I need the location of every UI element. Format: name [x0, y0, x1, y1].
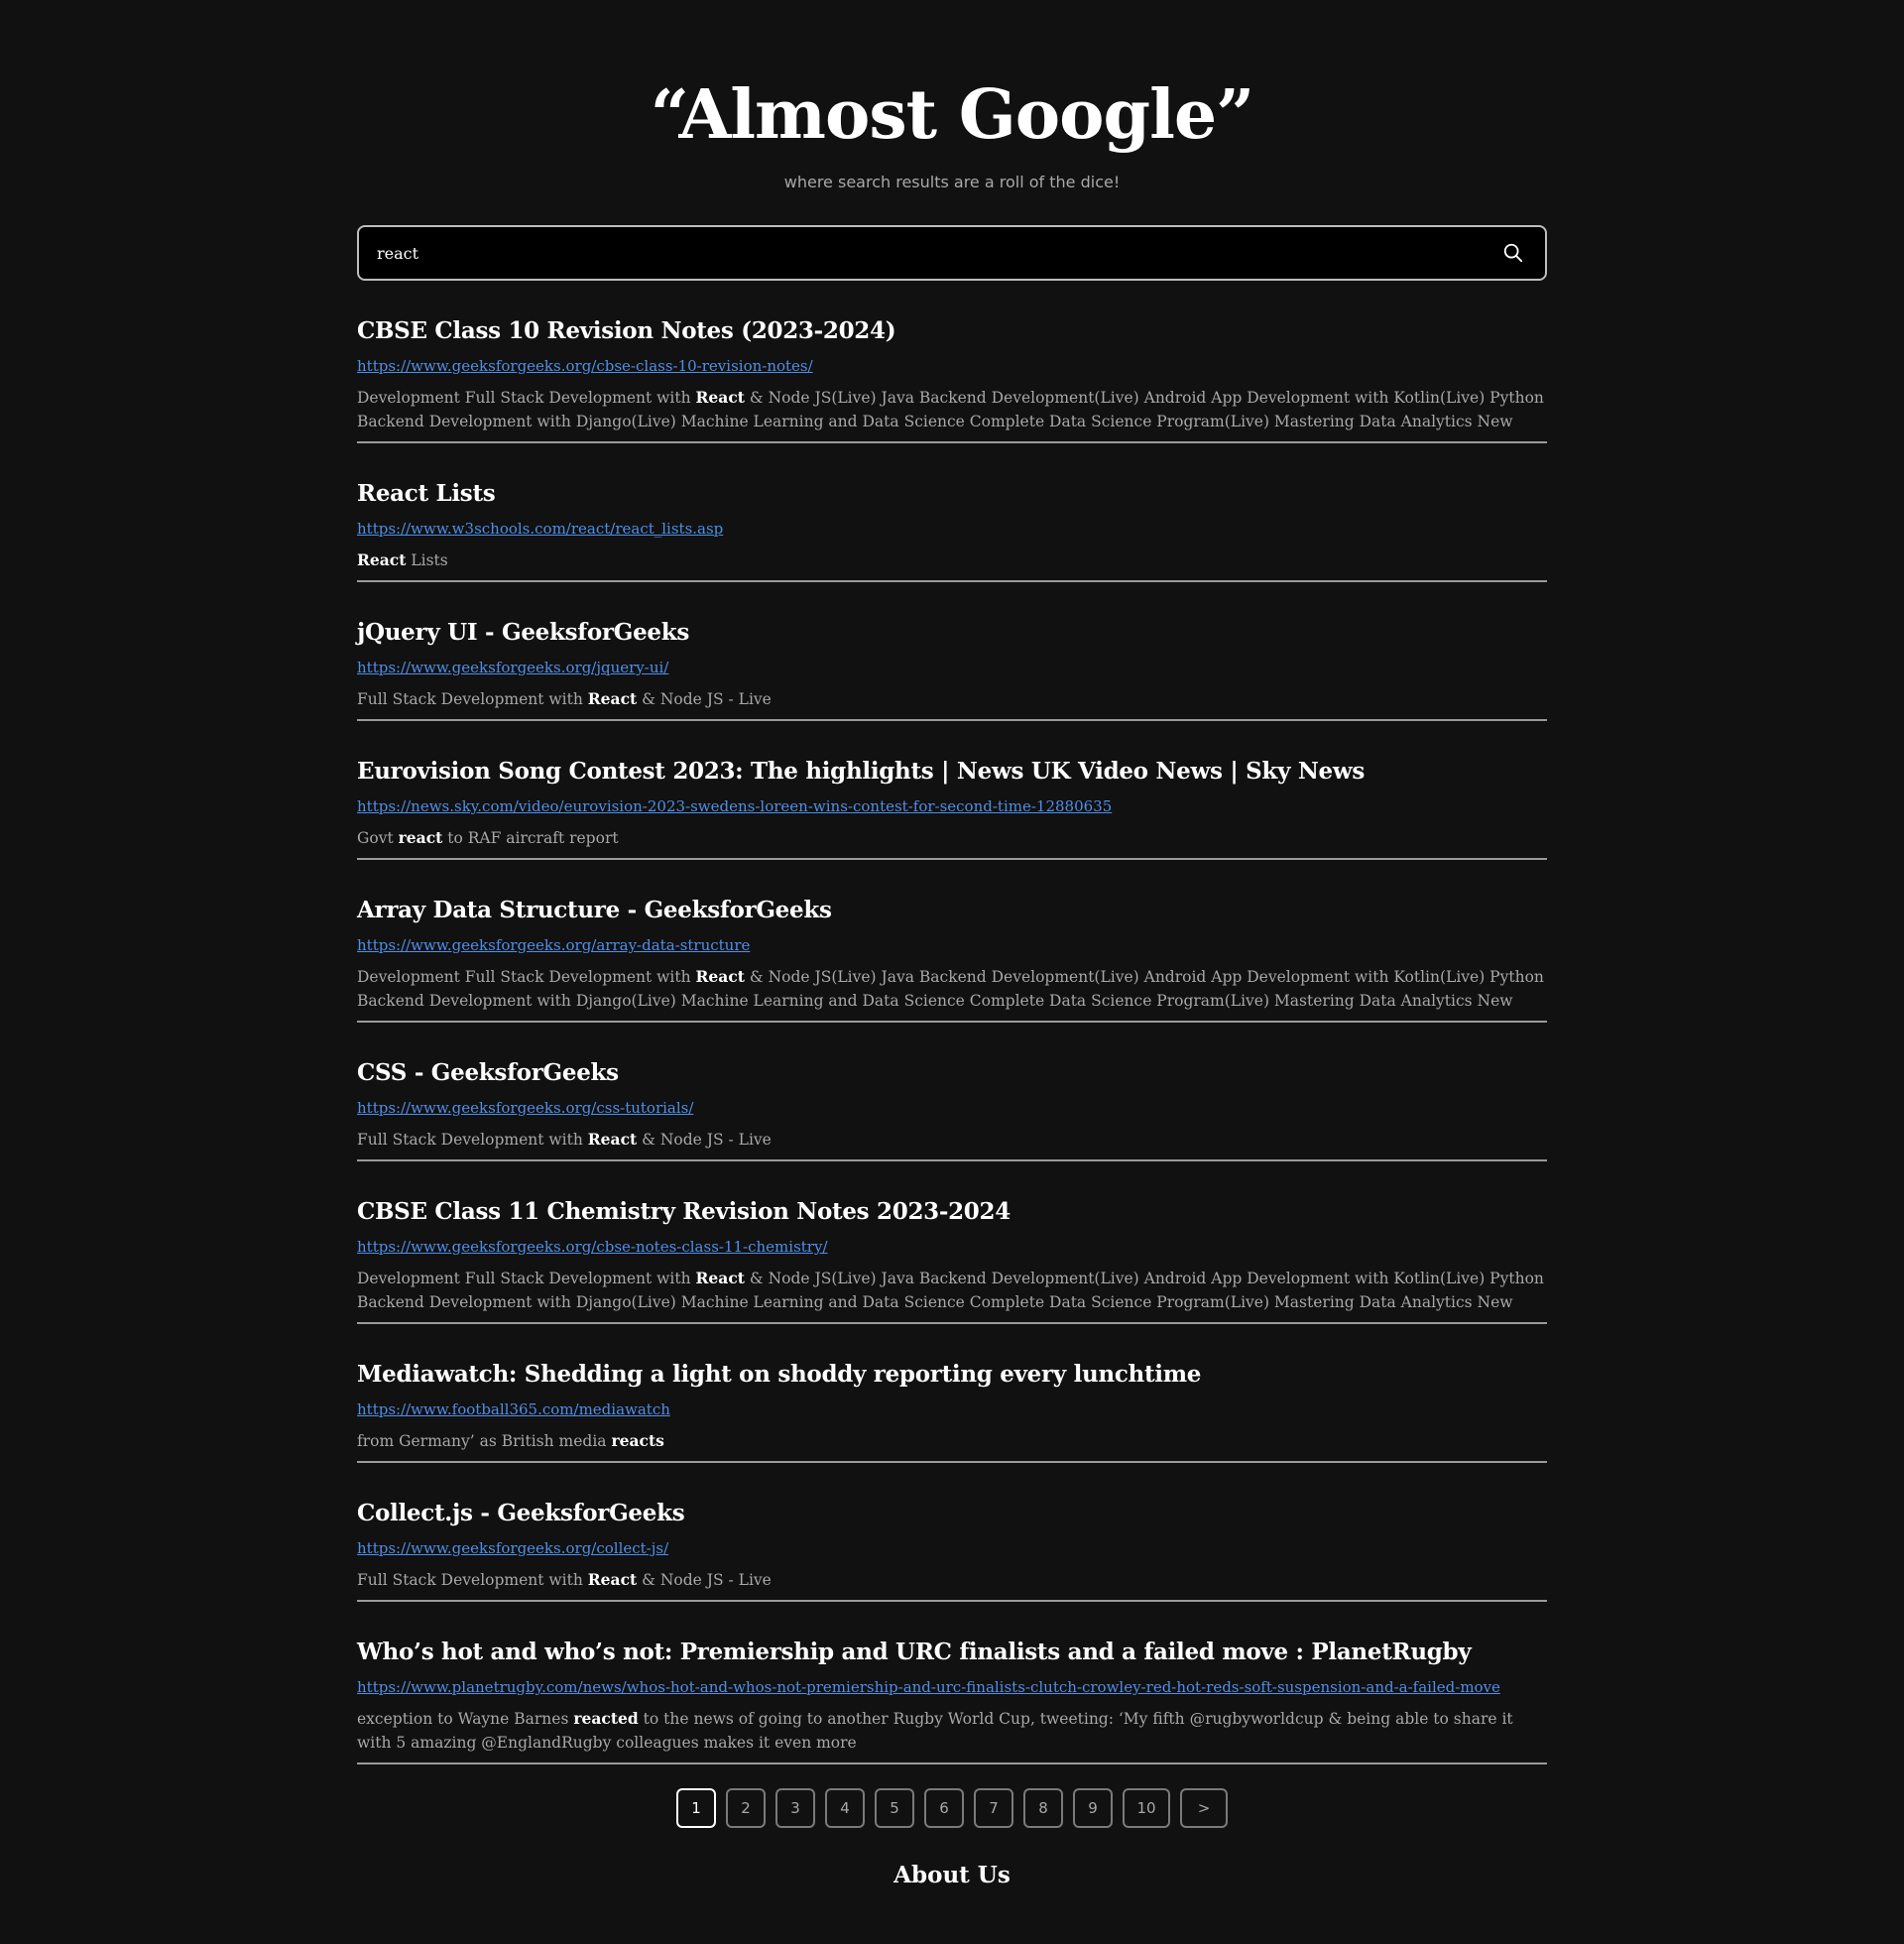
- result-snippet: Development Full Stack Development with …: [357, 965, 1547, 1013]
- result-title[interactable]: Eurovision Song Contest 2023: The highli…: [357, 757, 1547, 787]
- page-button-5[interactable]: 5: [875, 1788, 914, 1828]
- result-link[interactable]: https://www.geeksforgeeks.org/cbse-notes…: [357, 1237, 1547, 1257]
- search-result: Mediawatch: Shedding a light on shoddy r…: [357, 1360, 1547, 1463]
- snippet-text: Development Full Stack Development with: [357, 389, 696, 407]
- snippet-text: Development Full Stack Development with: [357, 968, 696, 986]
- result-snippet: Full Stack Development with React & Node…: [357, 1128, 1547, 1152]
- search-icon: [1503, 243, 1523, 263]
- result-snippet: React Lists: [357, 548, 1547, 572]
- snippet-keyword: React: [587, 1130, 638, 1149]
- page-button-9[interactable]: 9: [1073, 1788, 1113, 1828]
- snippet-text: Full Stack Development with: [357, 1571, 588, 1589]
- snippet-text: Full Stack Development with: [357, 1131, 588, 1149]
- page-container: “Almost Google” where search results are…: [357, 0, 1547, 1888]
- result-title[interactable]: React Lists: [357, 479, 1547, 509]
- page-button-4[interactable]: 4: [825, 1788, 865, 1828]
- result-snippet: exception to Wayne Barnes reacted to the…: [357, 1707, 1547, 1755]
- search-result: CSS - GeeksforGeeks https://www.geeksforg…: [357, 1058, 1547, 1161]
- result-link[interactable]: https://www.geeksforgeeks.org/array-data…: [357, 935, 1547, 955]
- result-title[interactable]: CSS - GeeksforGeeks: [357, 1058, 1547, 1088]
- page-button-10[interactable]: 10: [1123, 1788, 1170, 1828]
- pagination: 1 2 3 4 5 6 7 8 9 10 >: [357, 1788, 1547, 1828]
- search-result: Array Data Structure - GeeksforGeeks http…: [357, 896, 1547, 1023]
- search-bar: [357, 225, 1547, 281]
- page-button-3[interactable]: 3: [775, 1788, 815, 1828]
- snippet-text: & Node JS - Live: [637, 1131, 772, 1149]
- result-title[interactable]: Collect.js - GeeksforGeeks: [357, 1499, 1547, 1528]
- result-title[interactable]: CBSE Class 10 Revision Notes (2023-2024): [357, 316, 1547, 346]
- search-result: Who’s hot and who’s not: Premiership and…: [357, 1638, 1547, 1764]
- snippet-keyword: React: [357, 550, 407, 569]
- snippet-text: Development Full Stack Development with: [357, 1270, 696, 1287]
- result-title[interactable]: jQuery UI - GeeksforGeeks: [357, 618, 1547, 648]
- search-result: jQuery UI - GeeksforGeeks https://www.gee…: [357, 618, 1547, 721]
- result-snippet: Full Stack Development with React & Node…: [357, 1568, 1547, 1592]
- result-link[interactable]: https://www.football365.com/mediawatch: [357, 1399, 1547, 1419]
- search-result: CBSE Class 11 Chemistry Revision Notes 2…: [357, 1197, 1547, 1324]
- result-snippet: from Germany’ as British media reacts: [357, 1429, 1547, 1453]
- snippet-text: & Node JS - Live: [637, 1571, 772, 1589]
- result-snippet: Development Full Stack Development with …: [357, 386, 1547, 433]
- page-button-1[interactable]: 1: [676, 1788, 716, 1828]
- search-input[interactable]: [375, 226, 1497, 280]
- snippet-keyword: React: [695, 388, 745, 407]
- snippet-text: exception to Wayne Barnes: [357, 1710, 574, 1728]
- result-title[interactable]: Array Data Structure - GeeksforGeeks: [357, 896, 1547, 925]
- snippet-keyword: reacts: [611, 1431, 664, 1450]
- result-link[interactable]: https://www.geeksforgeeks.org/cbse-class…: [357, 356, 1547, 376]
- snippet-text: from Germany’ as British media: [357, 1432, 612, 1450]
- page-button-2[interactable]: 2: [726, 1788, 766, 1828]
- result-title[interactable]: Who’s hot and who’s not: Premiership and…: [357, 1638, 1547, 1667]
- snippet-text: Govt: [357, 829, 399, 847]
- snippet-text: Full Stack Development with: [357, 690, 588, 708]
- result-link[interactable]: https://www.geeksforgeeks.org/css-tutori…: [357, 1098, 1547, 1118]
- page-button-8[interactable]: 8: [1023, 1788, 1063, 1828]
- search-result: CBSE Class 10 Revision Notes (2023-2024)…: [357, 316, 1547, 443]
- result-snippet: Govt react to RAF aircraft report: [357, 826, 1547, 850]
- snippet-text: & Node JS - Live: [637, 690, 772, 708]
- result-link[interactable]: https://www.w3schools.com/react/react_li…: [357, 519, 1547, 539]
- result-title[interactable]: Mediawatch: Shedding a light on shoddy r…: [357, 1360, 1547, 1390]
- about-us-heading: About Us: [893, 1862, 1011, 1888]
- result-link[interactable]: https://www.geeksforgeeks.org/collect-js…: [357, 1538, 1547, 1558]
- site-header: “Almost Google” where search results are…: [357, 0, 1547, 191]
- result-link[interactable]: https://news.sky.com/video/eurovision-20…: [357, 796, 1547, 816]
- snippet-keyword: react: [398, 828, 443, 847]
- page-button-6[interactable]: 6: [924, 1788, 964, 1828]
- snippet-keyword: React: [695, 1269, 745, 1287]
- site-tagline: where search results are a roll of the d…: [783, 173, 1121, 191]
- snippet-keyword: React: [587, 689, 638, 708]
- result-snippet: Development Full Stack Development with …: [357, 1267, 1547, 1314]
- result-link[interactable]: https://www.geeksforgeeks.org/jquery-ui/: [357, 658, 1547, 677]
- next-page-button[interactable]: >: [1180, 1788, 1228, 1828]
- result-snippet: Full Stack Development with React & Node…: [357, 687, 1547, 711]
- result-link[interactable]: https://www.planetrugby.com/news/whos-ho…: [357, 1677, 1547, 1697]
- snippet-keyword: React: [695, 967, 745, 986]
- search-result: Eurovision Song Contest 2023: The highli…: [357, 757, 1547, 860]
- snippet-text: Lists: [406, 551, 448, 569]
- search-button[interactable]: [1497, 237, 1529, 269]
- snippet-keyword: React: [587, 1570, 638, 1589]
- search-result: Collect.js - GeeksforGeeks https://www.ge…: [357, 1499, 1547, 1602]
- snippet-text: to RAF aircraft report: [442, 829, 619, 847]
- results-list: CBSE Class 10 Revision Notes (2023-2024)…: [357, 316, 1547, 1764]
- result-title[interactable]: CBSE Class 11 Chemistry Revision Notes 2…: [357, 1197, 1547, 1227]
- site-title: “Almost Google”: [650, 75, 1255, 155]
- page-button-7[interactable]: 7: [974, 1788, 1013, 1828]
- search-result: React Lists https://www.w3schools.com/rea…: [357, 479, 1547, 582]
- snippet-keyword: reacted: [573, 1709, 639, 1728]
